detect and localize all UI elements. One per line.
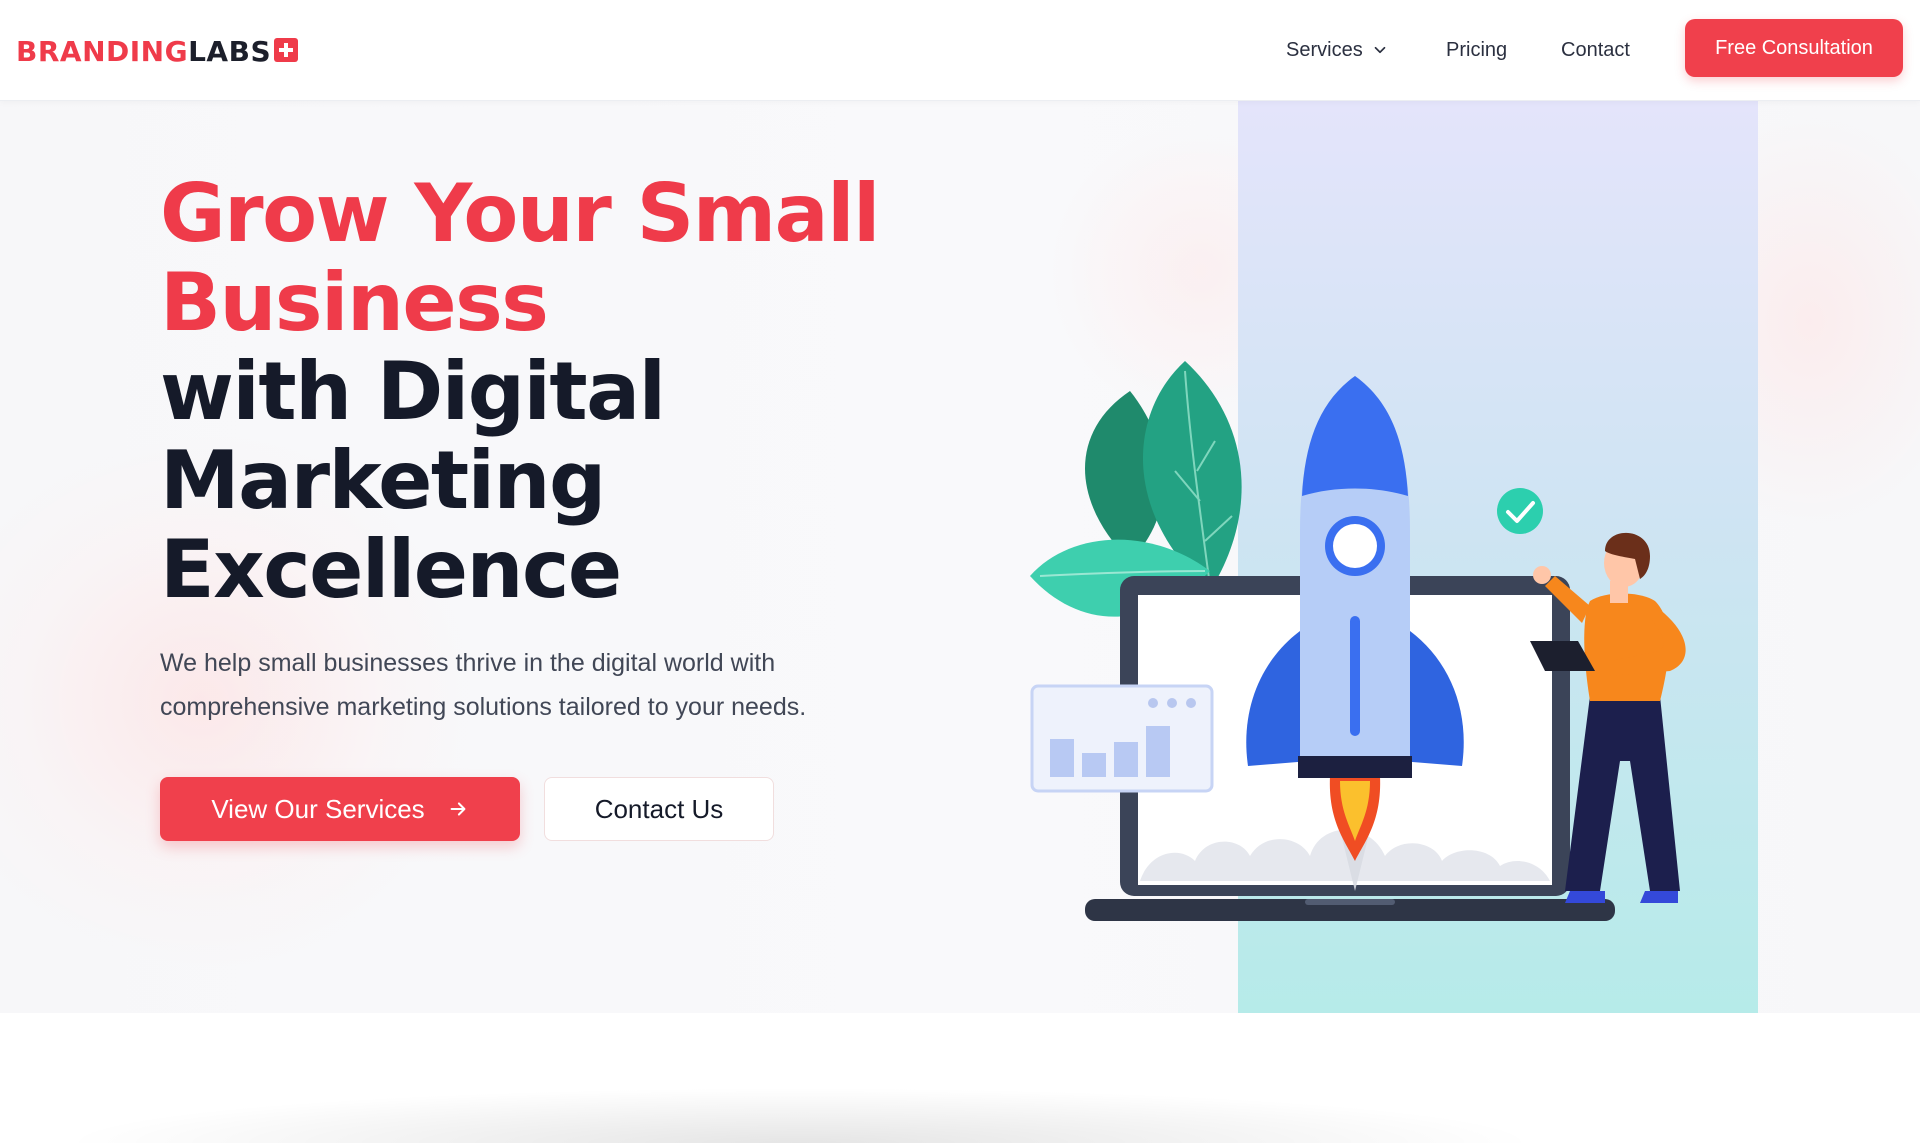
arrow-right-icon xyxy=(450,802,466,816)
nav-services-label: Services xyxy=(1286,38,1363,61)
hero-title-line: Grow Your Small xyxy=(160,167,880,260)
check-circle-icon xyxy=(1497,488,1543,534)
hero-title-line: Excellence xyxy=(160,523,622,616)
hero-title-line: Business xyxy=(160,256,549,349)
nav-services-link[interactable]: Services xyxy=(1286,39,1389,62)
view-services-label: View Our Services xyxy=(211,793,425,824)
free-consultation-button[interactable]: Free Consultation xyxy=(1685,19,1903,77)
hero-title-line: with Digital xyxy=(160,345,666,438)
bar-chart-icon xyxy=(1030,684,1214,793)
hero-illustration xyxy=(1030,361,1686,921)
logo[interactable]: BRANDING LABS xyxy=(16,34,299,68)
hero-title-line: Marketing xyxy=(160,434,606,527)
next-section xyxy=(0,1013,1920,1143)
nav-item-services[interactable]: Services xyxy=(1286,0,1389,100)
view-services-button[interactable]: View Our Services xyxy=(160,777,520,841)
plus-square-icon xyxy=(274,38,299,62)
nav-item-contact[interactable]: Contact xyxy=(1561,0,1630,100)
hero-title: Grow Your Small Business with Digital Ma… xyxy=(160,167,880,616)
contact-us-button[interactable]: Contact Us xyxy=(544,777,774,841)
nav-pricing-link[interactable]: Pricing xyxy=(1446,39,1507,62)
site-header: BRANDING LABS Services Pricing Contact F… xyxy=(0,0,1920,101)
logo-brand-text: BRANDING xyxy=(16,34,189,68)
nav-contact-link[interactable]: Contact xyxy=(1561,39,1630,62)
logo-labs-text: LABS xyxy=(188,34,272,68)
hero-subtitle: We help small businesses thrive in the d… xyxy=(160,649,807,721)
section-shadow xyxy=(0,1083,1600,1143)
hero-section: Grow Your Small Business with Digital Ma… xyxy=(0,101,1920,1013)
chevron-down-icon xyxy=(1374,46,1386,54)
nav-item-pricing[interactable]: Pricing xyxy=(1446,0,1507,100)
